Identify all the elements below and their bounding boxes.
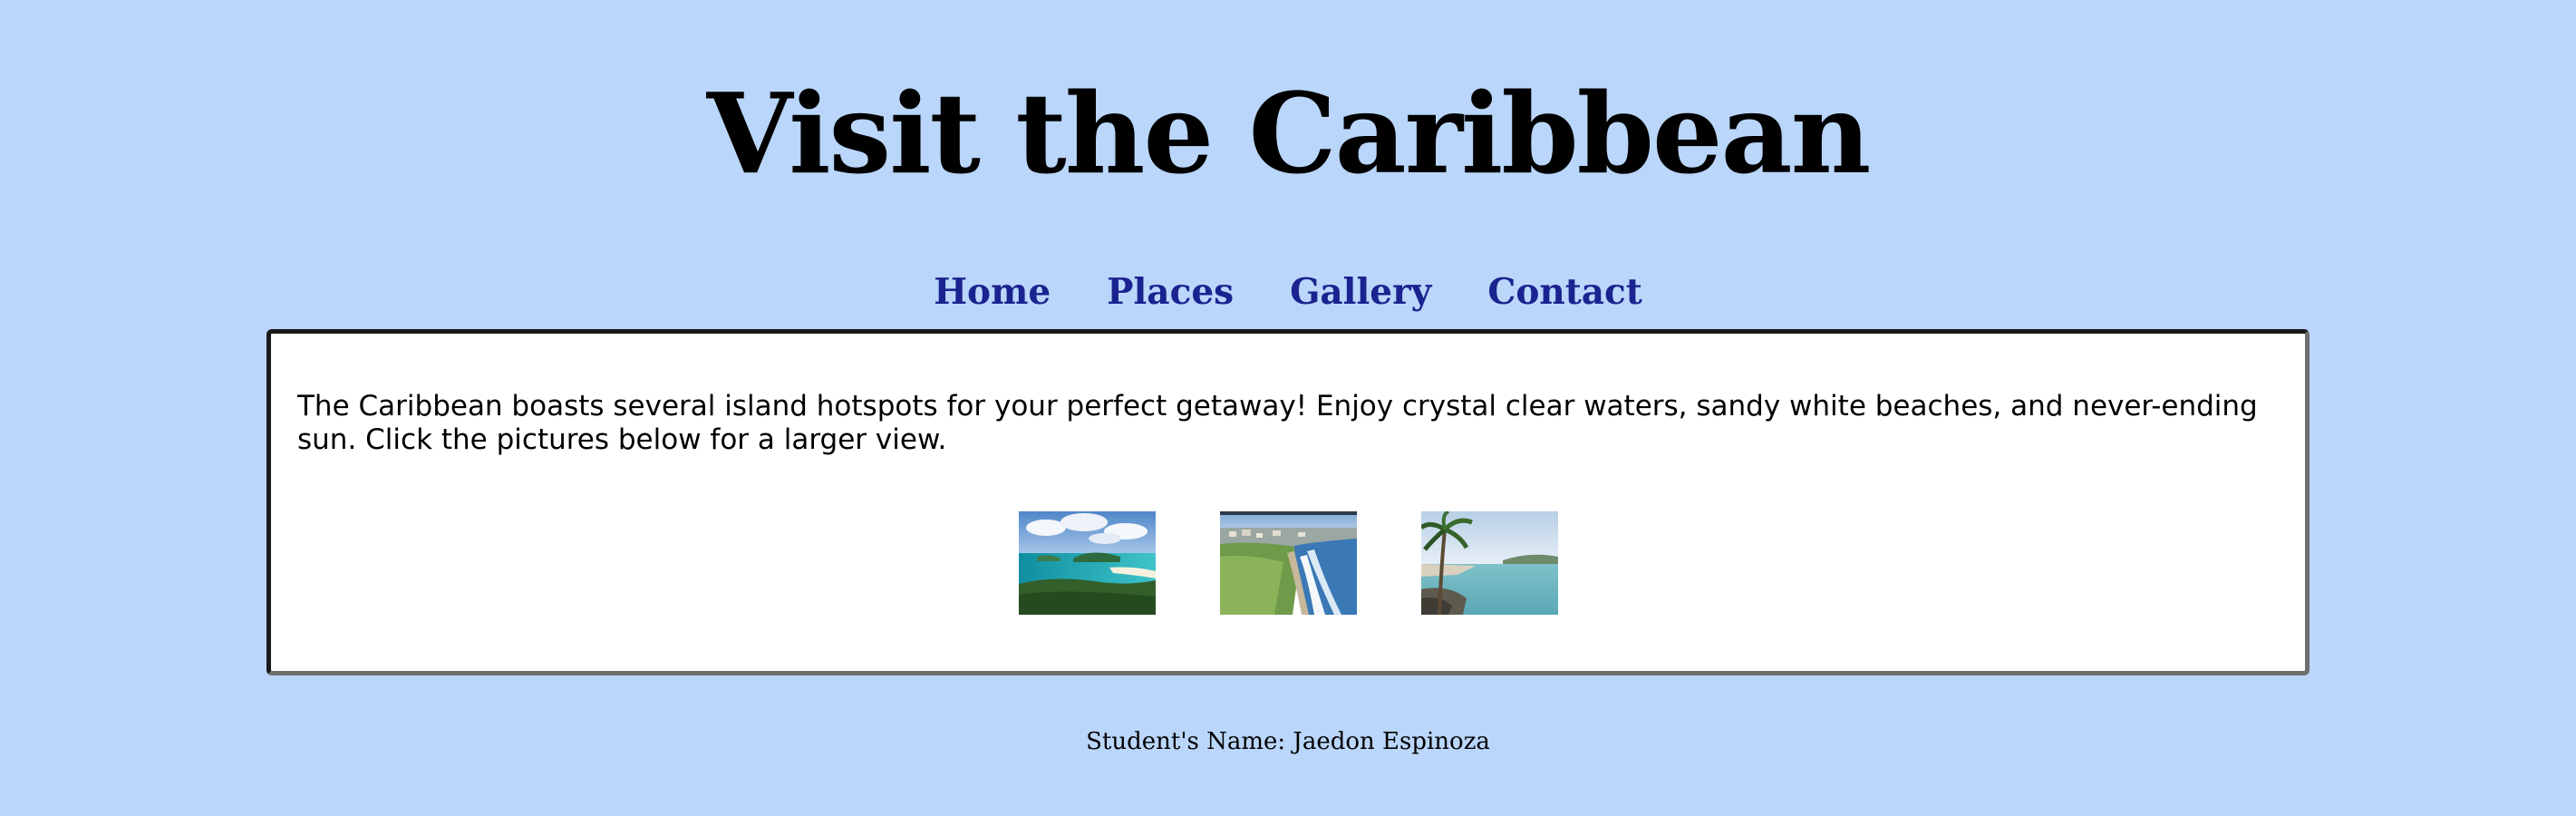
student-name: Student's Name: Jaedon Espinoza: [1086, 728, 1490, 755]
nav-link-gallery[interactable]: Gallery: [1290, 267, 1431, 317]
main-nav: Home Places Gallery Contact: [0, 267, 2576, 317]
thumbnail-bay-beach[interactable]: [1018, 511, 1156, 615]
thumbnail-coastal-town[interactable]: [1219, 511, 1357, 615]
thumbnail-palm-lagoon[interactable]: [1420, 511, 1558, 615]
nav-link-home[interactable]: Home: [934, 267, 1051, 317]
coastal-town-photo: [1219, 511, 1357, 615]
nav-link-places[interactable]: Places: [1107, 267, 1234, 317]
thumbnail-gallery: [271, 511, 2305, 615]
content-box: The Caribbean boasts several island hots…: [266, 329, 2310, 675]
page-title: Visit the Caribbean: [706, 68, 1872, 199]
bay-beach-photo: [1018, 511, 1156, 615]
palm-lagoon-photo: [1420, 511, 1558, 615]
nav-link-contact[interactable]: Contact: [1487, 267, 1641, 317]
intro-text: The Caribbean boasts several island hots…: [297, 390, 2258, 456]
